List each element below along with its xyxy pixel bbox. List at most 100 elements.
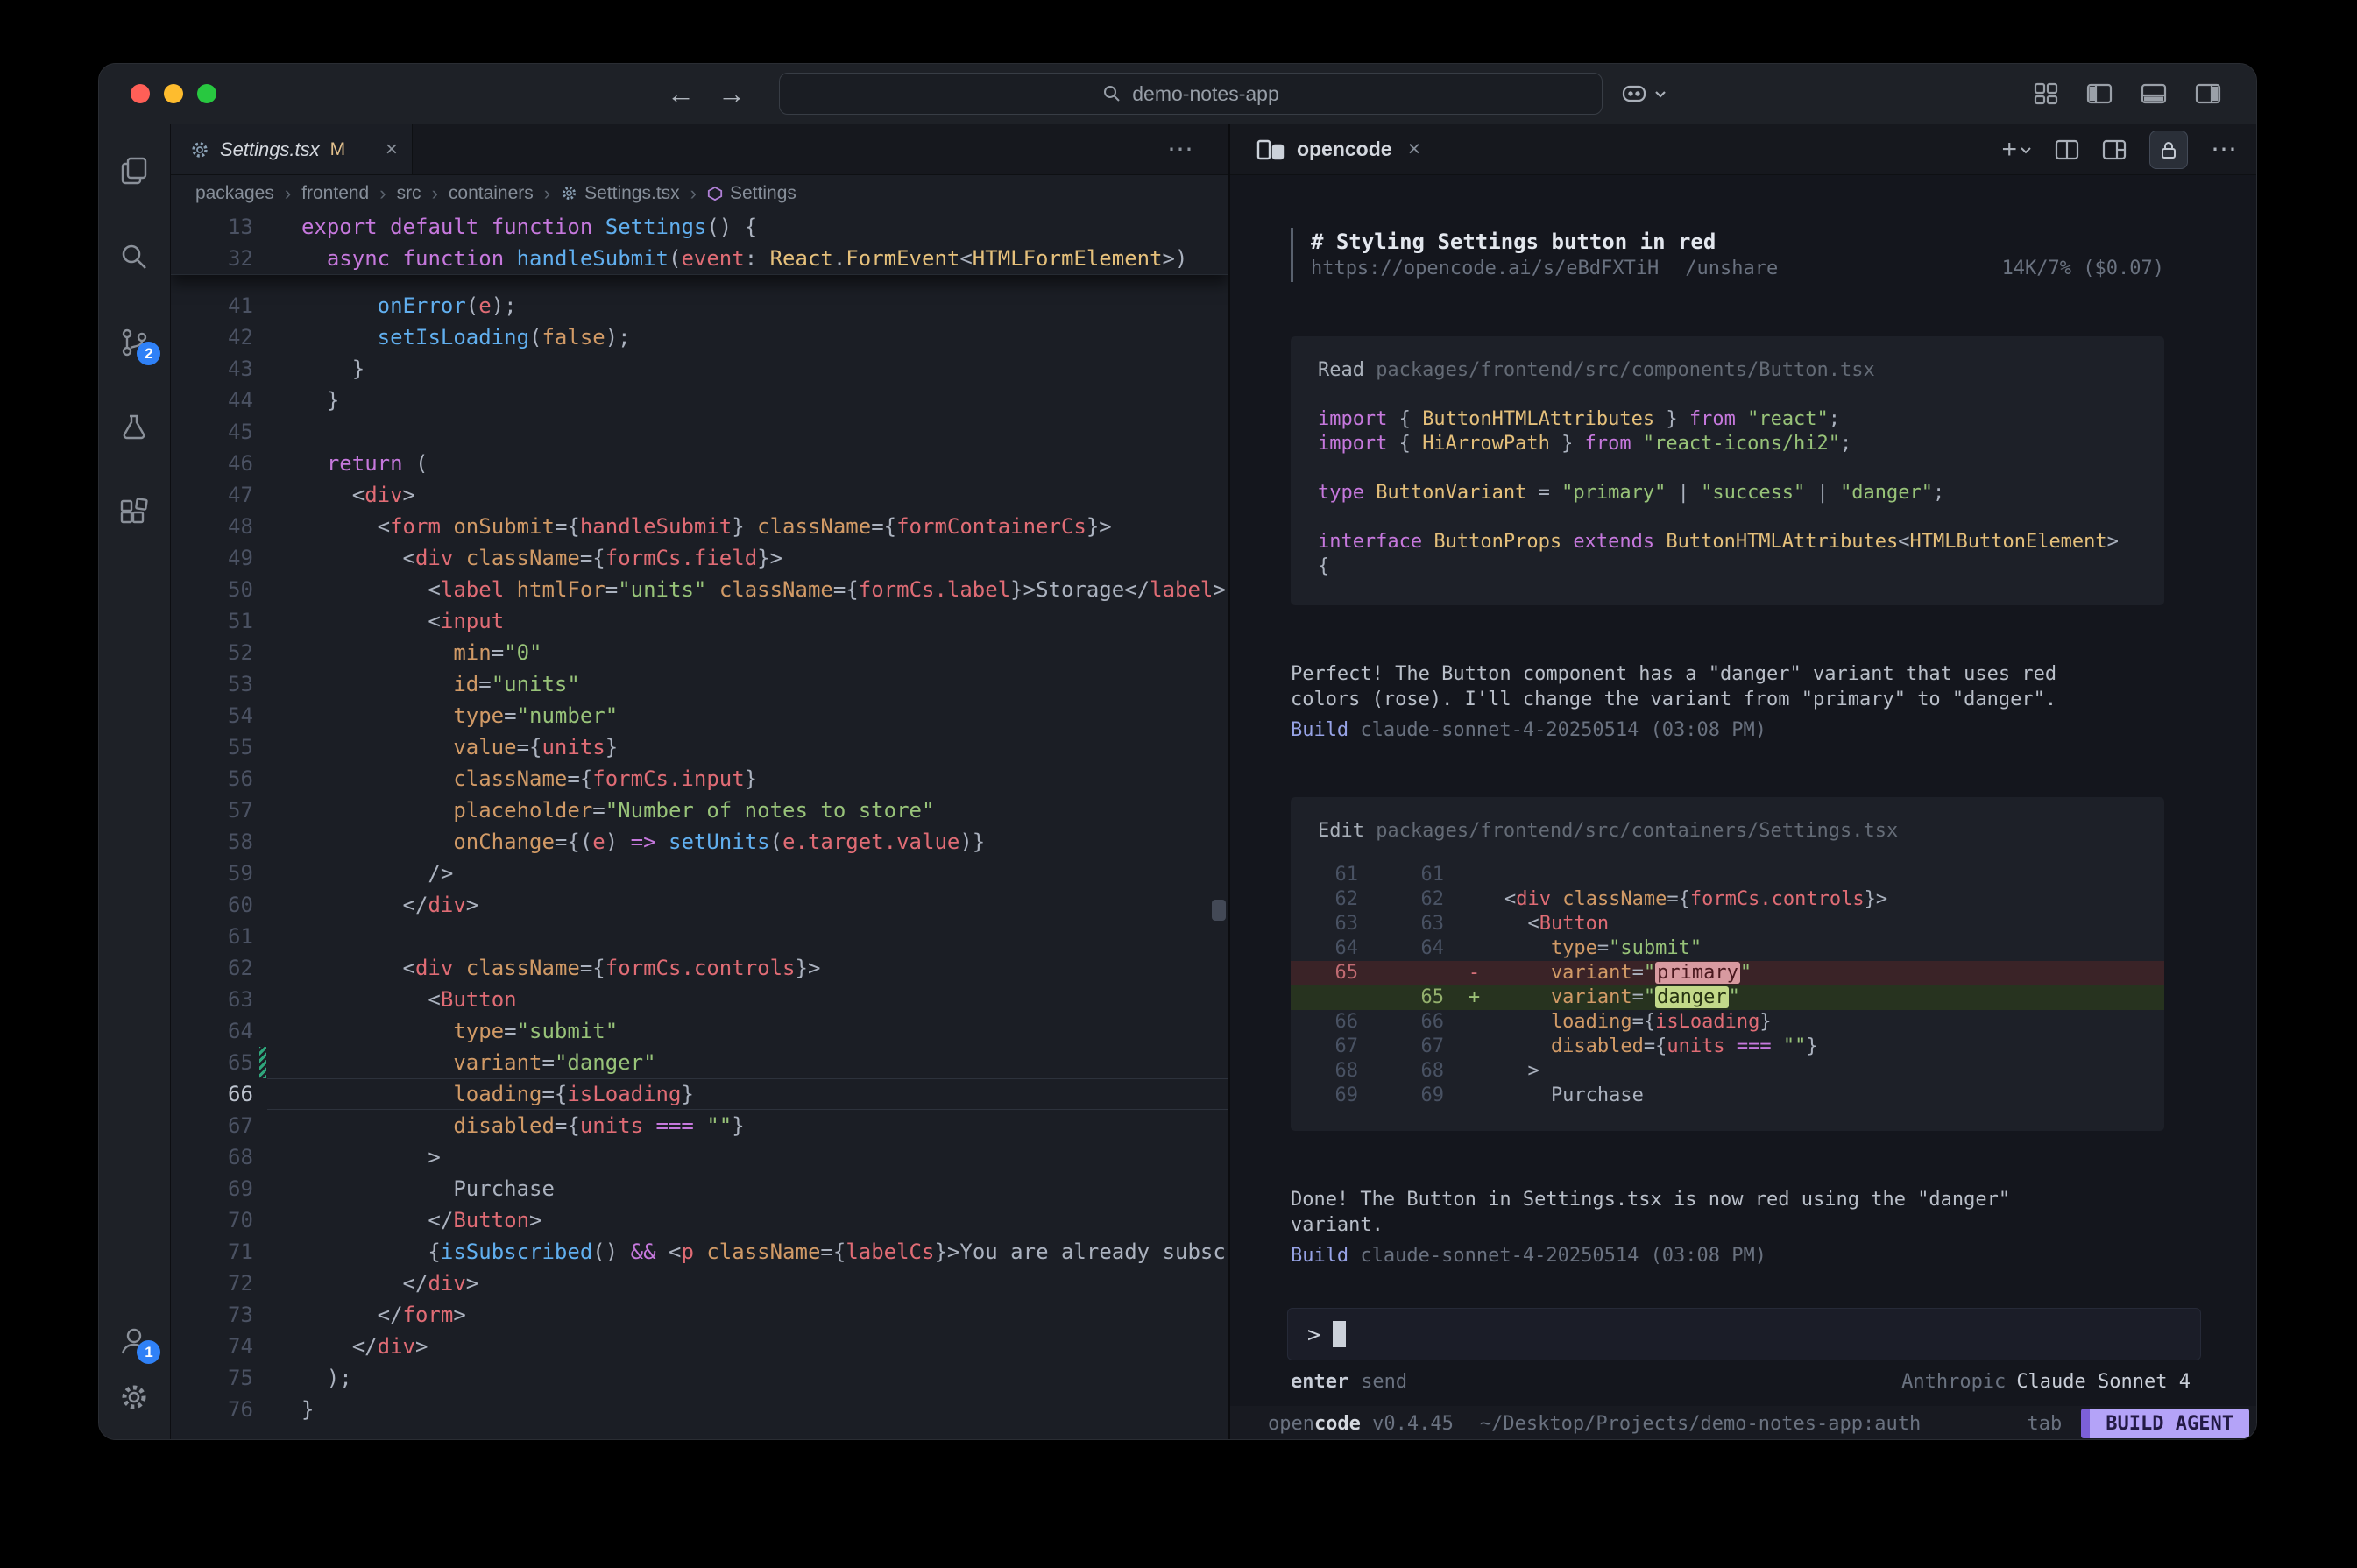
toggle-sidebar-left-icon[interactable] (2086, 82, 2113, 105)
code-line[interactable]: 69 Purchase (171, 1173, 1228, 1204)
minimize-window-button[interactable] (164, 84, 183, 103)
line-number[interactable]: 45 (171, 416, 253, 448)
code-line[interactable]: 54 type="number" (171, 700, 1228, 731)
code-line[interactable]: 13export default function Settings() { (171, 211, 1228, 243)
scrollbar-thumb[interactable] (1212, 900, 1226, 921)
line-number[interactable]: 48 (171, 511, 253, 542)
line-number[interactable]: 74 (171, 1331, 253, 1362)
forward-arrow-icon[interactable]: → (718, 78, 746, 110)
line-number[interactable]: 65 (171, 1047, 253, 1078)
sidebar-item-search[interactable] (115, 237, 153, 276)
session-share-url[interactable]: https://opencode.ai/s/eBdFXTiH (1311, 256, 1659, 282)
code-line[interactable]: 50 <label htmlFor="units" className={for… (171, 574, 1228, 605)
line-number[interactable]: 69 (171, 1173, 253, 1204)
line-number[interactable]: 42 (171, 321, 253, 353)
code-line[interactable]: 64 type="submit" (171, 1015, 1228, 1047)
breadcrumb-item-file[interactable]: Settings.tsx (561, 183, 680, 204)
accounts-menu[interactable]: 1 (115, 1322, 153, 1360)
code-line[interactable]: 43 } (171, 353, 1228, 385)
sidebar-item-explorer[interactable] (115, 152, 153, 190)
code-line[interactable]: 59 /> (171, 858, 1228, 889)
toggle-panel-icon[interactable] (2141, 82, 2167, 105)
line-number[interactable]: 73 (171, 1299, 253, 1331)
line-number[interactable]: 66 (171, 1078, 253, 1110)
code-line[interactable]: 51 <input (171, 605, 1228, 637)
line-number[interactable]: 63 (171, 984, 253, 1015)
sidebar-item-source-control[interactable]: 2 (115, 323, 153, 362)
code-line[interactable]: 67 disabled={units === ""} (171, 1110, 1228, 1141)
line-number[interactable]: 67 (171, 1110, 253, 1141)
new-terminal-button[interactable]: + (2001, 135, 2032, 165)
command-center-search[interactable]: demo-notes-app (779, 73, 1603, 115)
line-number[interactable]: 60 (171, 889, 253, 921)
code-line[interactable]: 47 <div> (171, 479, 1228, 511)
code-line[interactable]: 45 (171, 416, 1228, 448)
customize-layout-icon[interactable] (2034, 82, 2058, 105)
editor-more-actions-icon[interactable]: ⋯ (1167, 124, 1228, 174)
code-line[interactable]: 60 </div> (171, 889, 1228, 921)
line-number[interactable]: 13 (171, 211, 253, 243)
toggle-sidebar-right-icon[interactable] (2195, 82, 2221, 105)
code-line[interactable]: 68 > (171, 1141, 1228, 1173)
code-line[interactable]: 46 return ( (171, 448, 1228, 479)
code-line[interactable]: 58 onChange={(e) => setUnits(e.target.va… (171, 826, 1228, 858)
lock-panel-button[interactable] (2149, 131, 2188, 169)
code-line[interactable]: 49 <div className={formCs.field}> (171, 542, 1228, 574)
code-line[interactable]: 61 (171, 921, 1228, 952)
breadcrumb-item[interactable]: src (397, 183, 421, 204)
line-number[interactable]: 50 (171, 574, 253, 605)
code-line[interactable]: 76} (171, 1394, 1228, 1425)
line-number[interactable]: 43 (171, 353, 253, 385)
breadcrumb-item-symbol[interactable]: Settings (707, 183, 796, 204)
code-line[interactable]: 74 </div> (171, 1331, 1228, 1362)
close-window-button[interactable] (131, 84, 150, 103)
code-line[interactable]: 55 value={units} (171, 731, 1228, 763)
code-line[interactable]: 52 min="0" (171, 637, 1228, 668)
code-line[interactable]: 32 async function handleSubmit(event: Re… (171, 243, 1228, 274)
line-number[interactable]: 57 (171, 795, 253, 826)
line-number[interactable]: 55 (171, 731, 253, 763)
back-arrow-icon[interactable]: ← (667, 78, 695, 110)
line-number[interactable]: 75 (171, 1362, 253, 1394)
code-line[interactable]: 66 loading={isLoading} (171, 1078, 1228, 1110)
agent-mode-badge[interactable]: BUILD AGENT (2081, 1409, 2249, 1438)
line-number[interactable]: 54 (171, 700, 253, 731)
line-number[interactable]: 62 (171, 952, 253, 984)
code-line[interactable]: 73 </form> (171, 1299, 1228, 1331)
code-line[interactable]: 53 id="units" (171, 668, 1228, 700)
line-number[interactable]: 70 (171, 1204, 253, 1236)
sidebar-item-extensions[interactable] (115, 495, 153, 533)
code-line[interactable]: 57 placeholder="Number of notes to store… (171, 795, 1228, 826)
code-line[interactable]: 70 </Button> (171, 1204, 1228, 1236)
code-line[interactable]: 65 variant="danger" (171, 1047, 1228, 1078)
line-number[interactable]: 59 (171, 858, 253, 889)
line-number[interactable]: 44 (171, 385, 253, 416)
line-number[interactable]: 49 (171, 542, 253, 574)
line-number[interactable]: 58 (171, 826, 253, 858)
line-number[interactable]: 56 (171, 763, 253, 795)
close-panel-icon[interactable]: × (1408, 137, 1421, 162)
line-number[interactable]: 71 (171, 1236, 253, 1268)
copilot-menu[interactable] (1620, 64, 1667, 124)
code-line[interactable]: 56 className={formCs.input} (171, 763, 1228, 795)
code-line[interactable]: 71 {isSubscribed() && <p className={labe… (171, 1236, 1228, 1268)
close-tab-icon[interactable]: × (386, 138, 398, 162)
code-line[interactable]: 44 } (171, 385, 1228, 416)
code-line[interactable]: 41 onError(e); (171, 290, 1228, 321)
line-number[interactable]: 76 (171, 1394, 253, 1425)
line-number[interactable]: 72 (171, 1268, 253, 1299)
line-number[interactable]: 46 (171, 448, 253, 479)
line-number[interactable]: 51 (171, 605, 253, 637)
code-line[interactable]: 72 </div> (171, 1268, 1228, 1299)
prompt-input[interactable]: > (1287, 1308, 2201, 1360)
line-number[interactable]: 47 (171, 479, 253, 511)
split-terminal-icon[interactable] (2055, 139, 2079, 160)
line-number[interactable]: 61 (171, 921, 253, 952)
unshare-link[interactable]: /unshare (1685, 256, 1778, 282)
breadcrumb-item[interactable]: packages (195, 183, 274, 204)
line-number[interactable]: 41 (171, 290, 253, 321)
code-line[interactable]: 42 setIsLoading(false); (171, 321, 1228, 353)
code-line[interactable]: 48 <form onSubmit={handleSubmit} classNa… (171, 511, 1228, 542)
code-line[interactable]: 62 <div className={formCs.controls}> (171, 952, 1228, 984)
split-editor-icon[interactable] (2102, 139, 2127, 160)
